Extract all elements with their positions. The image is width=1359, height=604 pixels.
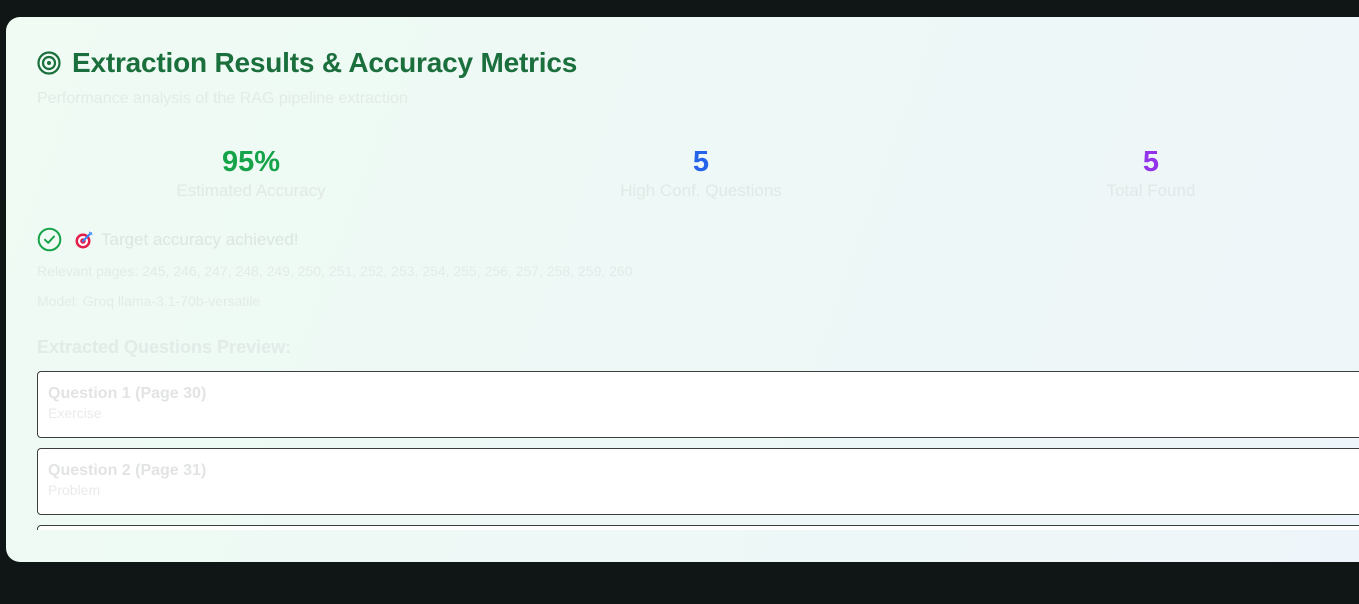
metric-high-conf-questions: 5 High Conf. Questions	[551, 145, 851, 201]
page-subtitle: Performance analysis of the RAG pipeline…	[37, 90, 408, 107]
metric-label: Total Found	[1106, 181, 1196, 200]
relevant-pages-text: Relevant pages: 245, 246, 247, 248, 249,…	[37, 263, 633, 279]
page-title: Extraction Results & Accuracy Metrics	[72, 47, 578, 78]
target-icon	[37, 51, 61, 75]
status-row: Target accuracy achieved!	[37, 227, 299, 252]
question-type: Problem	[48, 482, 101, 498]
model-text: Model: Groq llama-3.1-70b-versatile	[37, 293, 261, 309]
check-circle-icon	[37, 227, 62, 252]
question-card[interactable]: Question 2 (Page 31) Problem	[37, 448, 1359, 515]
metric-value: 5	[692, 146, 710, 178]
question-title: Question 1 (Page 30)	[48, 385, 207, 402]
metric-value: 95%	[221, 146, 281, 178]
direct-hit-icon	[74, 230, 94, 250]
card-header: Extraction Results & Accuracy Metrics	[37, 47, 577, 79]
question-card[interactable]: Question 1 (Page 30) Exercise	[37, 371, 1359, 438]
metric-total-found: 5 Total Found	[1001, 145, 1301, 201]
metric-value: 5	[1142, 146, 1160, 178]
metric-estimated-accuracy: 95% Estimated Accuracy	[101, 145, 401, 201]
results-card: Extraction Results & Accuracy Metrics Pe…	[6, 17, 1359, 562]
status-text: Target accuracy achieved!	[101, 229, 299, 249]
preview-heading: Extracted Questions Preview:	[37, 337, 292, 357]
question-card[interactable]	[37, 525, 1359, 530]
metric-label: High Conf. Questions	[620, 181, 782, 200]
question-title: Question 2 (Page 31)	[48, 462, 207, 479]
questions-preview-list[interactable]: Question 1 (Page 30) Exercise Question 2…	[37, 371, 1359, 530]
metric-label: Estimated Accuracy	[176, 181, 326, 200]
question-type: Exercise	[48, 405, 102, 421]
